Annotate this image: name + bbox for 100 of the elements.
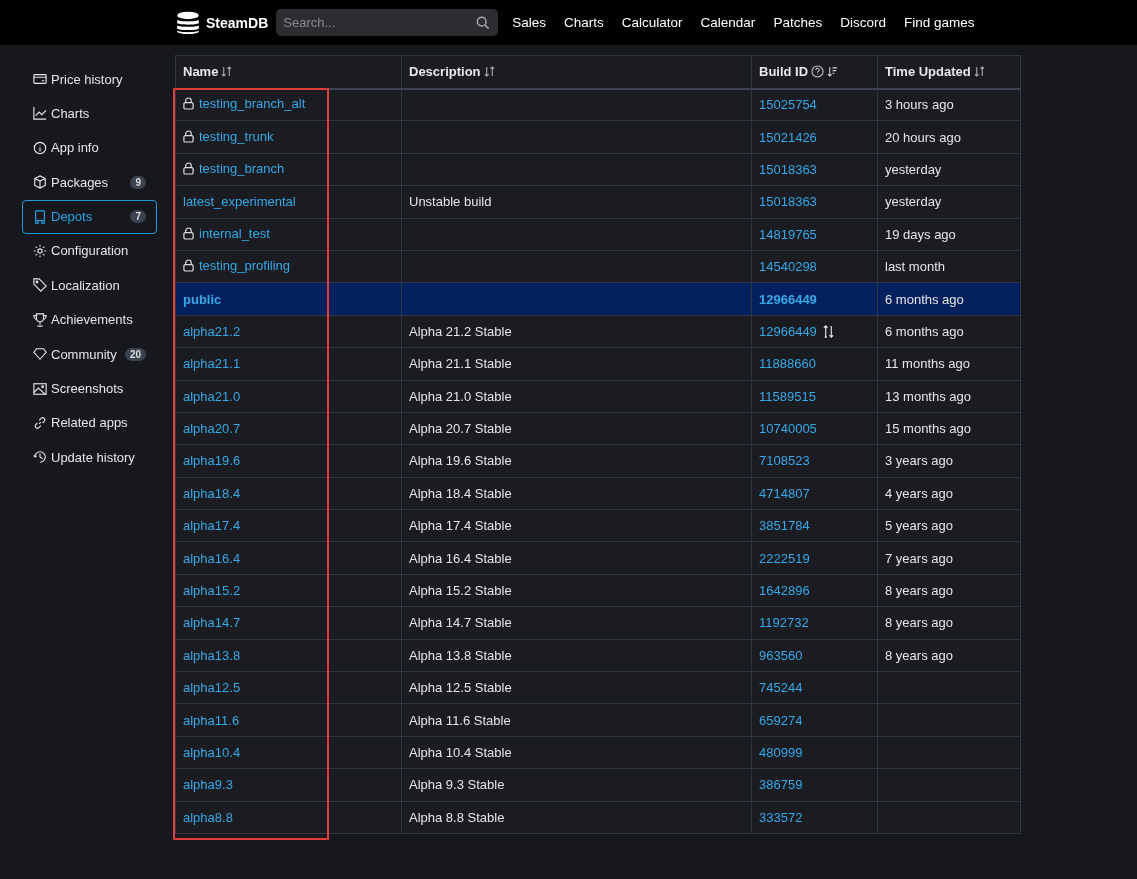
sort-icon[interactable] xyxy=(483,66,495,78)
search-icon[interactable] xyxy=(476,16,491,30)
build-link[interactable]: 15018363 xyxy=(759,161,817,177)
sort-icon[interactable] xyxy=(221,66,233,78)
branch-link[interactable]: alpha8.8 xyxy=(183,809,233,825)
sidebar-item[interactable]: Community 20 xyxy=(22,337,157,372)
branch-link[interactable]: testing_branch xyxy=(199,160,285,176)
sidebar-item[interactable]: Packages 9 xyxy=(22,165,157,200)
branch-link[interactable]: alpha21.1 xyxy=(183,356,241,372)
count-badge: 20 xyxy=(124,347,146,361)
branch-link[interactable]: alpha15.2 xyxy=(183,583,241,599)
description-text: Alpha 15.2 Stable xyxy=(409,583,512,599)
description-text: Alpha 10.4 Stable xyxy=(409,745,512,760)
nav-link[interactable]: Discord xyxy=(831,15,895,30)
nav-link[interactable]: Calculator xyxy=(612,15,692,30)
branch-link[interactable]: internal_test xyxy=(199,225,270,241)
branch-link[interactable]: public xyxy=(183,291,222,307)
branch-link[interactable]: testing_branch_alt xyxy=(199,96,306,112)
search-field[interactable]: Search... xyxy=(276,9,499,36)
branch-link[interactable]: alpha11.6 xyxy=(183,712,240,728)
time-text: 19 days ago xyxy=(885,226,956,242)
sidebar-item[interactable]: Related apps xyxy=(22,405,157,440)
logo-icon[interactable] xyxy=(175,9,201,36)
branch-link[interactable]: alpha10.4 xyxy=(183,745,241,760)
description-text: Alpha 13.8 Stable xyxy=(409,647,512,663)
build-link[interactable]: 15021426 xyxy=(759,129,817,145)
build-link[interactable]: 7108523 xyxy=(759,453,810,469)
branch-link[interactable]: testing_trunk xyxy=(199,128,274,144)
nav-link[interactable]: Charts xyxy=(555,15,613,30)
sidebar-item[interactable]: Screenshots xyxy=(22,371,157,406)
build-link[interactable]: 333572 xyxy=(759,809,803,825)
build-link[interactable]: 14540298 xyxy=(759,259,817,275)
sidebar-item[interactable]: Price history xyxy=(22,62,157,96)
nav-link[interactable]: Calendar xyxy=(691,15,765,30)
site-name[interactable]: SteamDB xyxy=(206,14,269,31)
build-link[interactable]: 480999 xyxy=(759,745,803,760)
build-link[interactable]: 3851784 xyxy=(759,518,810,534)
build-link[interactable]: 745244 xyxy=(759,680,803,696)
description-text: Alpha 14.7 Stable xyxy=(409,615,512,631)
column-header[interactable]: Name xyxy=(175,55,402,89)
branch-link[interactable]: alpha21.0 xyxy=(183,388,241,404)
nav-link[interactable]: Patches xyxy=(764,15,832,30)
branch-link[interactable]: alpha18.4 xyxy=(183,485,241,501)
branch-link[interactable]: alpha17.4 xyxy=(183,518,241,534)
time-text: 3 hours ago xyxy=(885,97,954,113)
branch-link[interactable]: testing_profiling xyxy=(199,258,291,274)
build-link[interactable]: 12966449 xyxy=(759,291,817,307)
sidebar-item[interactable]: Achievements xyxy=(22,302,157,337)
sidebar-item[interactable]: Localization xyxy=(22,268,157,303)
build-link[interactable]: 1642896 xyxy=(759,583,810,599)
sort-icon[interactable] xyxy=(973,66,985,78)
tag-icon xyxy=(33,278,47,293)
branch-link[interactable]: latest_experimental xyxy=(183,194,296,210)
branch-link[interactable]: alpha14.7 xyxy=(183,615,241,631)
trophy-icon xyxy=(33,312,47,327)
time-text: 4 years ago xyxy=(885,485,953,501)
build-link[interactable]: 12966449 xyxy=(759,323,817,339)
build-link[interactable]: 14819765 xyxy=(759,226,817,242)
description-text: Alpha 16.4 Stable xyxy=(409,550,512,566)
column-header[interactable]: Build ID xyxy=(751,55,878,89)
time-text: yesterday xyxy=(885,161,942,177)
build-link[interactable]: 963560 xyxy=(759,647,803,663)
build-link[interactable]: 4714807 xyxy=(759,485,810,501)
branch-link[interactable]: alpha12.5 xyxy=(183,680,241,696)
build-link[interactable]: 11888660 xyxy=(759,356,816,372)
sort-descending-icon[interactable] xyxy=(827,66,839,78)
build-link[interactable]: 11589515 xyxy=(759,388,816,404)
time-text: 8 years ago xyxy=(885,615,953,631)
sidebar-item[interactable]: Depots 7 xyxy=(22,199,157,234)
description-text: Alpha 21.0 Stable xyxy=(409,388,512,404)
sidebar-item[interactable]: Configuration xyxy=(22,233,157,268)
sidebar-item[interactable]: Charts xyxy=(22,96,157,131)
nav-link[interactable]: Find games xyxy=(894,15,984,30)
build-link[interactable]: 2222519 xyxy=(759,550,810,566)
description-text: Alpha 8.8 Stable xyxy=(409,809,505,825)
branch-link[interactable]: alpha21.2 xyxy=(183,323,241,339)
column-header[interactable]: Time Updated xyxy=(877,55,1021,89)
diamond-icon xyxy=(33,347,47,362)
description-text: Alpha 21.2 Stable xyxy=(409,323,512,339)
time-text: 11 months ago xyxy=(885,356,971,372)
build-link[interactable]: 386759 xyxy=(759,777,803,793)
build-link[interactable]: 1192732 xyxy=(759,615,809,631)
sidebar-item[interactable]: Update history xyxy=(22,440,157,475)
column-header[interactable]: Description xyxy=(401,55,752,89)
branch-link[interactable]: alpha9.3 xyxy=(183,777,233,793)
branch-link[interactable]: alpha19.6 xyxy=(183,453,241,469)
build-link[interactable]: 10740005 xyxy=(759,421,817,437)
description-text: Alpha 18.4 Stable xyxy=(409,485,512,501)
build-link[interactable]: 659274 xyxy=(759,712,803,728)
branch-link[interactable]: alpha16.4 xyxy=(183,550,241,566)
build-link[interactable]: 15018363 xyxy=(759,194,817,210)
time-text: 5 years ago xyxy=(885,518,953,534)
nav-link[interactable]: Sales xyxy=(503,15,556,30)
build-link[interactable]: 15025754 xyxy=(759,97,817,113)
branch-link[interactable]: alpha20.7 xyxy=(183,421,241,437)
branch-link[interactable]: alpha13.8 xyxy=(183,647,241,663)
help-icon[interactable] xyxy=(811,65,825,79)
sidebar-item[interactable]: App info xyxy=(22,130,157,165)
line-chart-icon xyxy=(33,106,47,121)
time-text: 13 months ago xyxy=(885,388,971,404)
